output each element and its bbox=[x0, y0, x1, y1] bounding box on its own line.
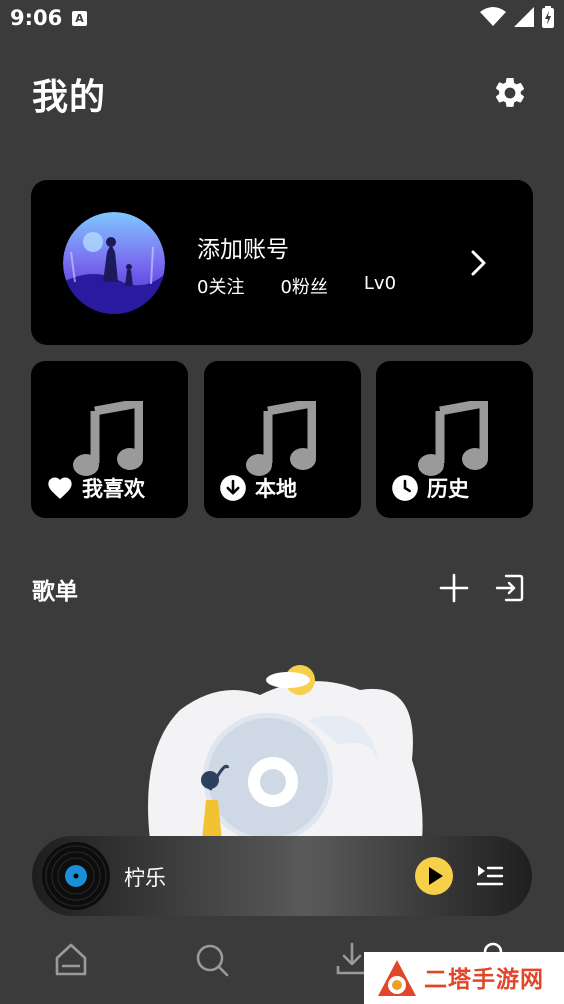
following-count[interactable]: 0关注 bbox=[197, 273, 244, 299]
search-icon[interactable] bbox=[195, 940, 229, 978]
player-track-title: 柠乐 bbox=[124, 866, 166, 890]
status-time: 9:06 bbox=[10, 6, 63, 30]
home-icon[interactable] bbox=[54, 940, 88, 978]
music-note-icon bbox=[246, 401, 316, 476]
play-icon bbox=[429, 867, 443, 885]
gear-icon[interactable] bbox=[492, 75, 528, 111]
followers-count[interactable]: 0粉丝 bbox=[280, 273, 327, 299]
tile-history[interactable]: 历史 bbox=[376, 361, 533, 518]
empty-playlist-illustration bbox=[148, 665, 423, 840]
play-button[interactable] bbox=[415, 857, 453, 895]
watermark-logo bbox=[378, 960, 416, 996]
status-icons bbox=[480, 6, 554, 28]
mini-player[interactable]: 柠乐 bbox=[32, 836, 532, 916]
playlists-title: 歌单 bbox=[32, 579, 78, 605]
tile-label: 本地 bbox=[219, 473, 297, 503]
battery-icon bbox=[542, 6, 554, 28]
avatar[interactable] bbox=[63, 212, 165, 314]
notification-badge: A bbox=[72, 11, 87, 26]
level-badge: Lv0 bbox=[363, 273, 397, 294]
playlist-queue-icon[interactable] bbox=[474, 860, 506, 892]
music-note-icon bbox=[418, 401, 488, 476]
watermark: 二塔手游网 bbox=[364, 952, 564, 1004]
tile-label: 历史 bbox=[391, 473, 469, 503]
album-disc-icon[interactable] bbox=[42, 842, 110, 910]
music-note-icon bbox=[73, 401, 143, 476]
signal-icon bbox=[514, 7, 534, 27]
import-icon[interactable] bbox=[494, 572, 526, 604]
account-name[interactable]: 添加账号 bbox=[197, 230, 289, 264]
download-icon bbox=[220, 475, 246, 501]
chevron-right-icon[interactable] bbox=[465, 248, 491, 278]
page-title: 我的 bbox=[32, 77, 107, 118]
account-stats: 0关注 0粉丝 Lv0 bbox=[197, 273, 396, 299]
heart-icon bbox=[48, 477, 72, 499]
account-card[interactable]: 添加账号 0关注 0粉丝 Lv0 bbox=[31, 180, 533, 345]
tile-label: 我喜欢 bbox=[46, 473, 145, 503]
clock-icon bbox=[392, 475, 418, 501]
tile-local[interactable]: 本地 bbox=[204, 361, 361, 518]
watermark-text: 二塔手游网 bbox=[424, 967, 544, 993]
add-icon[interactable] bbox=[438, 572, 470, 604]
wifi-icon bbox=[480, 7, 506, 26]
tile-favorites[interactable]: 我喜欢 bbox=[31, 361, 188, 518]
